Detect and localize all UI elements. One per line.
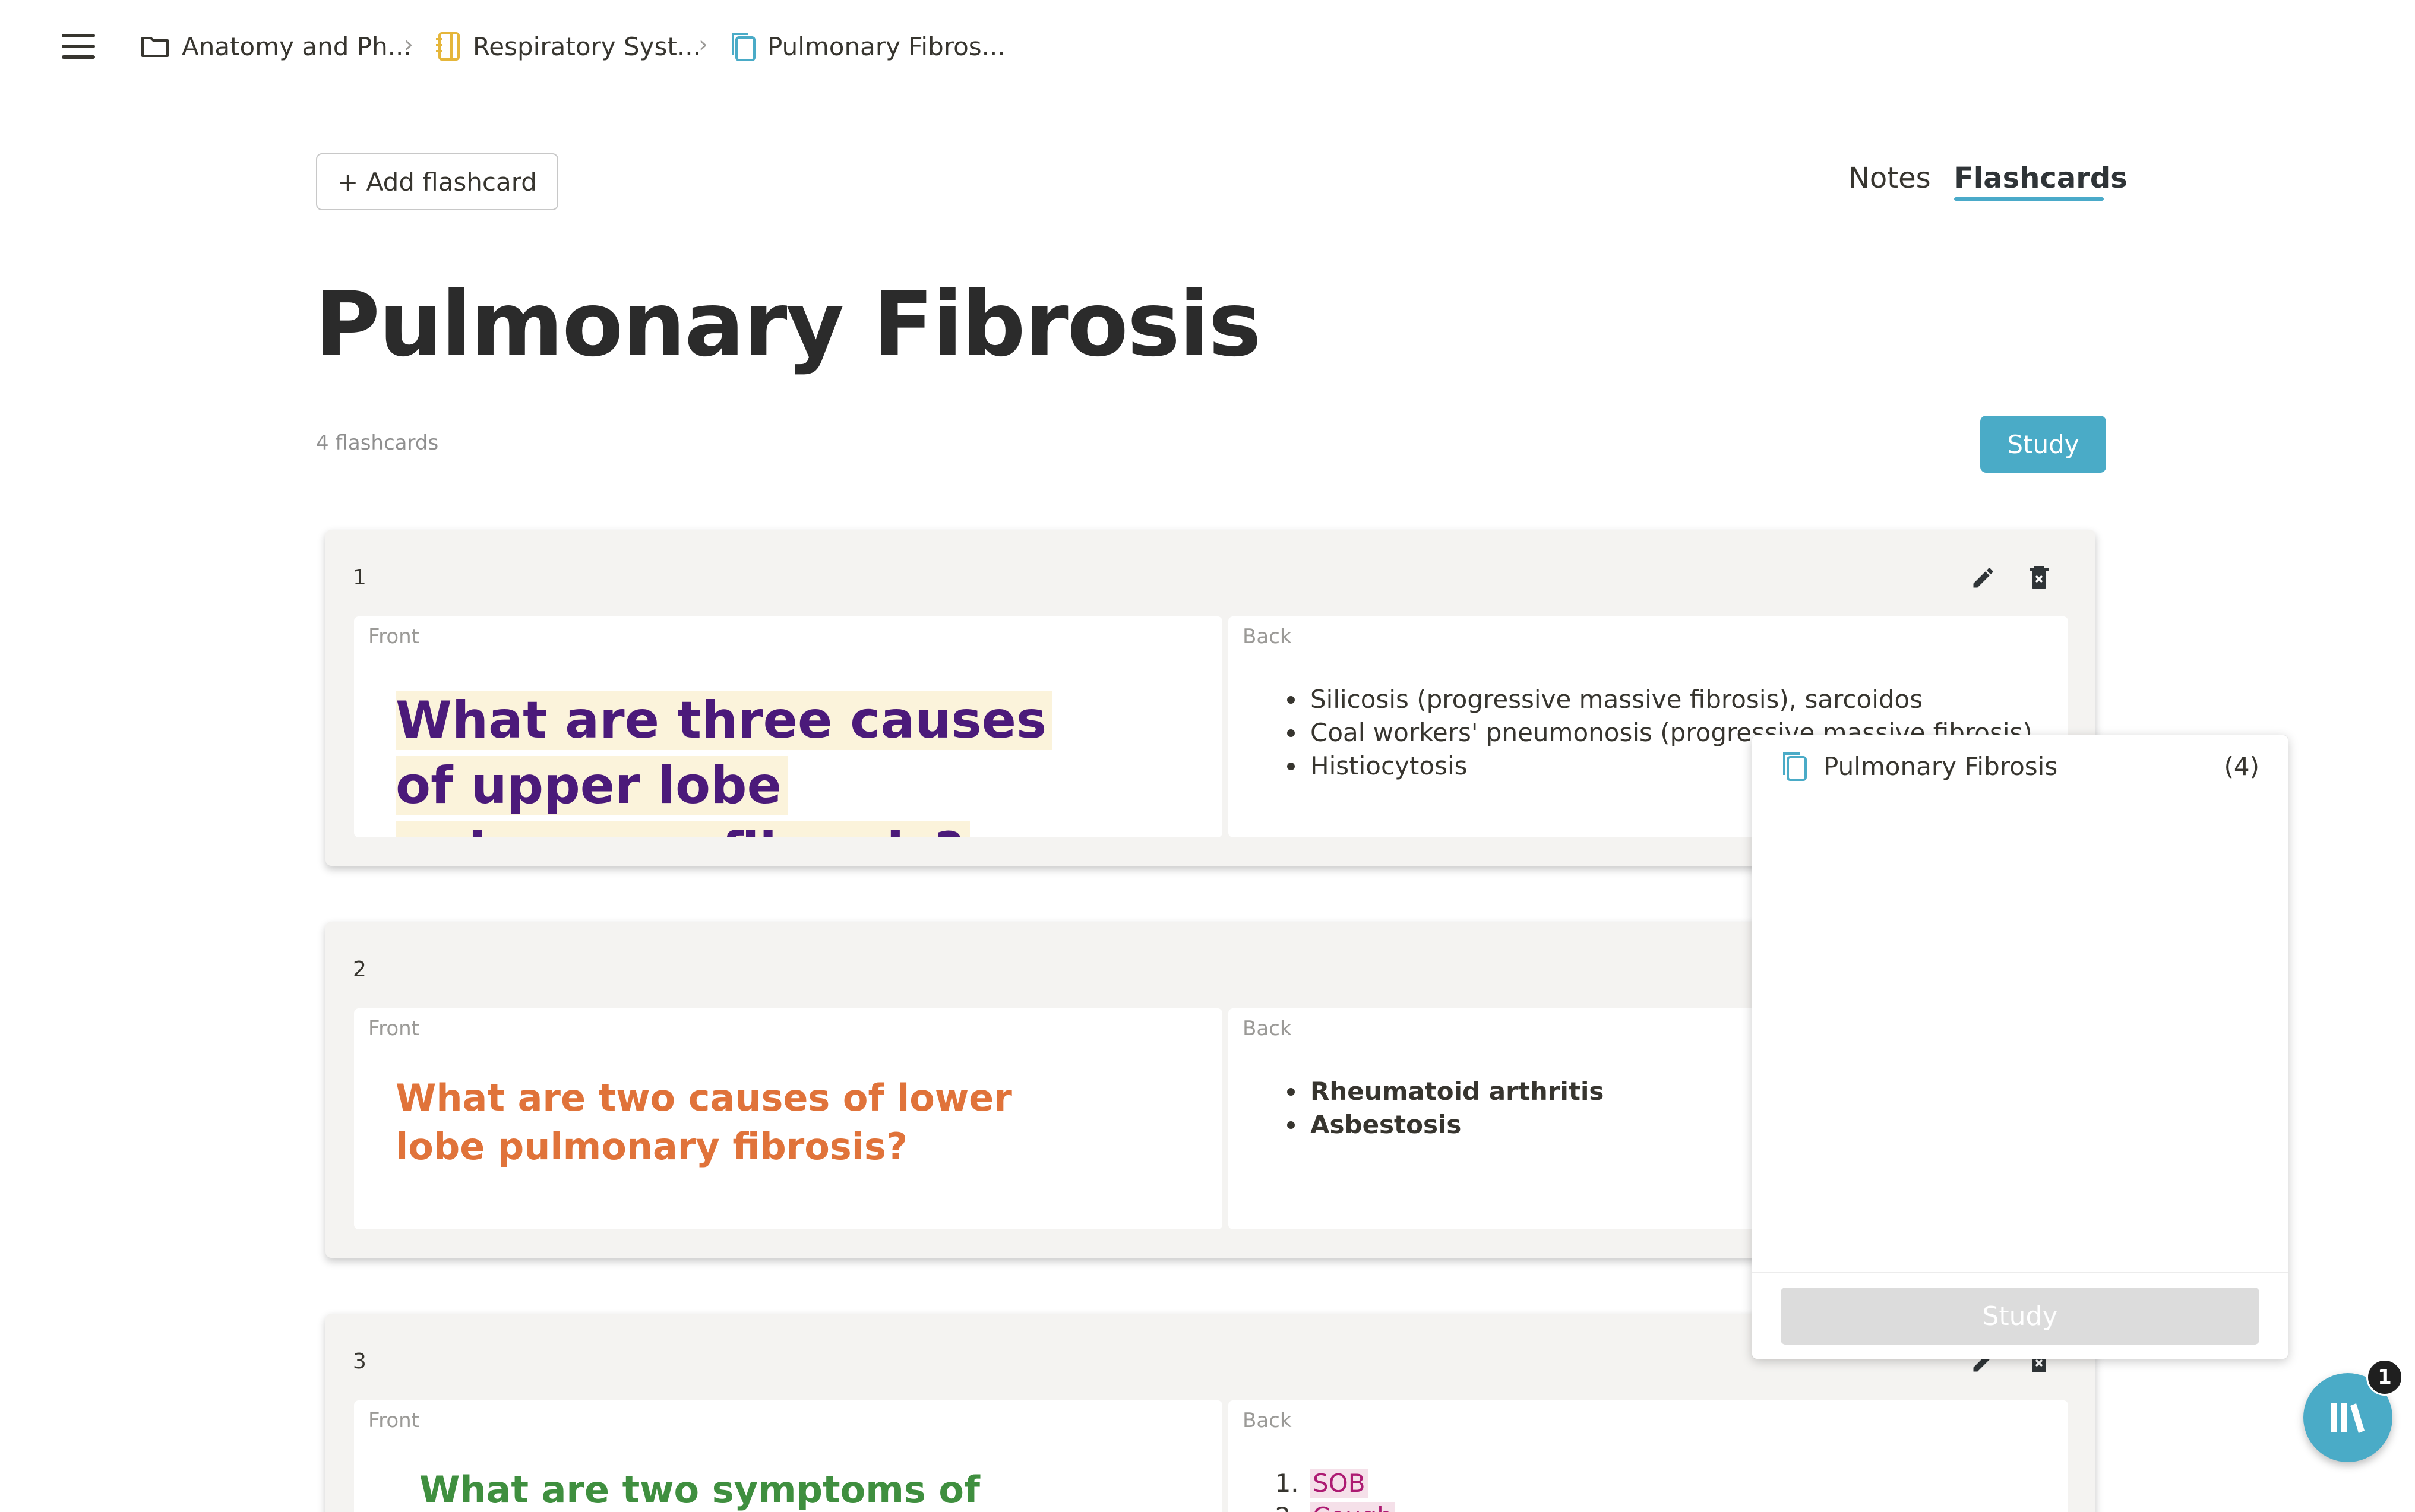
card-number: 2 <box>353 957 366 982</box>
breadcrumb-anatomy[interactable]: Anatomy and Ph... <box>140 29 412 64</box>
card-front[interactable]: Front What are three causes of upper lob… <box>354 616 1222 837</box>
list-item: Rheumatoid arthritis <box>1307 1075 1604 1108</box>
notification-badge: 1 <box>2366 1359 2403 1396</box>
top-bar: Anatomy and Ph... › Respiratory Syst... … <box>0 0 2415 93</box>
front-label: Front <box>368 1409 419 1432</box>
app-root: Anatomy and Ph... › Respiratory Syst... … <box>0 0 2415 1512</box>
notebook-icon <box>436 32 460 61</box>
tab-flashcards[interactable]: Flashcards <box>1954 162 2128 195</box>
breadcrumb-respiratory[interactable]: Respiratory Syst... <box>435 29 701 64</box>
active-tab-indicator <box>1954 197 2104 201</box>
library-icon <box>2331 1403 2365 1433</box>
card-number: 3 <box>353 1349 366 1374</box>
front-question: What are two causes of lower lobe pulmon… <box>396 1076 1012 1168</box>
list-item: SOB <box>1307 1467 1395 1500</box>
highlighted-answer: SOB <box>1310 1469 1368 1498</box>
delete-trash-icon[interactable] <box>2024 563 2054 593</box>
card-number: 1 <box>353 565 366 590</box>
front-label: Front <box>368 625 419 649</box>
card-back[interactable]: Back SOB Cough <box>1228 1400 2068 1512</box>
back-label: Back <box>1243 1017 1292 1040</box>
highlighted-answer: Cough <box>1310 1502 1395 1512</box>
back-answer-list: SOB Cough <box>1282 1467 1395 1512</box>
back-label: Back <box>1243 1409 1292 1432</box>
popover-study-button[interactable]: Study <box>1781 1288 2259 1345</box>
chevron-right-icon: › <box>698 31 708 58</box>
divider <box>1752 1272 2288 1273</box>
deck-name: Pulmonary Fibrosis <box>1823 751 2058 781</box>
front-question: What are three causes of upper lobe pulm… <box>396 688 1079 837</box>
deck-popover: Pulmonary Fibrosis (4) Study <box>1752 735 2288 1359</box>
page-title: Pulmonary Fibrosis <box>315 273 1262 377</box>
list-item: Silicosis (progressive massive fibrosis)… <box>1307 683 2032 716</box>
deck-row-pulmonary-fibrosis[interactable]: Pulmonary Fibrosis (4) <box>1781 748 2259 784</box>
flashcard-deck-icon <box>732 33 756 61</box>
front-question: What are two symptoms of pulmonary <box>419 1468 980 1511</box>
card-front[interactable]: Front What are two symptoms of pulmonary <box>354 1400 1222 1512</box>
list-item: Cough <box>1307 1500 1395 1512</box>
front-question-text: What are three causes of upper lobe pulm… <box>396 691 1053 837</box>
breadcrumb-pulmonary[interactable]: Pulmonary Fibros... <box>729 29 1006 64</box>
back-answer-list: Rheumatoid arthritis Asbestosis <box>1282 1075 1604 1141</box>
front-label: Front <box>368 1017 419 1040</box>
add-flashcard-button[interactable]: + Add flashcard <box>316 153 558 210</box>
chevron-right-icon: › <box>404 31 413 58</box>
breadcrumb-label: Respiratory Syst... <box>473 31 701 61</box>
tab-notes[interactable]: Notes <box>1848 162 1931 195</box>
breadcrumb-label: Pulmonary Fibros... <box>767 31 1006 61</box>
list-item: Asbestosis <box>1307 1108 1604 1141</box>
hamburger-menu-icon[interactable] <box>62 34 95 59</box>
card-actions <box>1968 563 2054 593</box>
edit-pencil-icon[interactable] <box>1968 563 1998 593</box>
deck-count: (4) <box>2224 751 2260 781</box>
card-front[interactable]: Front What are two causes of lower lobe … <box>354 1008 1222 1229</box>
folder-icon <box>141 37 169 57</box>
back-label: Back <box>1243 625 1292 649</box>
flashcard-deck-icon <box>1783 752 1807 781</box>
breadcrumb-label: Anatomy and Ph... <box>182 31 412 61</box>
flashcard-count: 4 flashcards <box>316 431 439 455</box>
study-button[interactable]: Study <box>1980 416 2106 473</box>
